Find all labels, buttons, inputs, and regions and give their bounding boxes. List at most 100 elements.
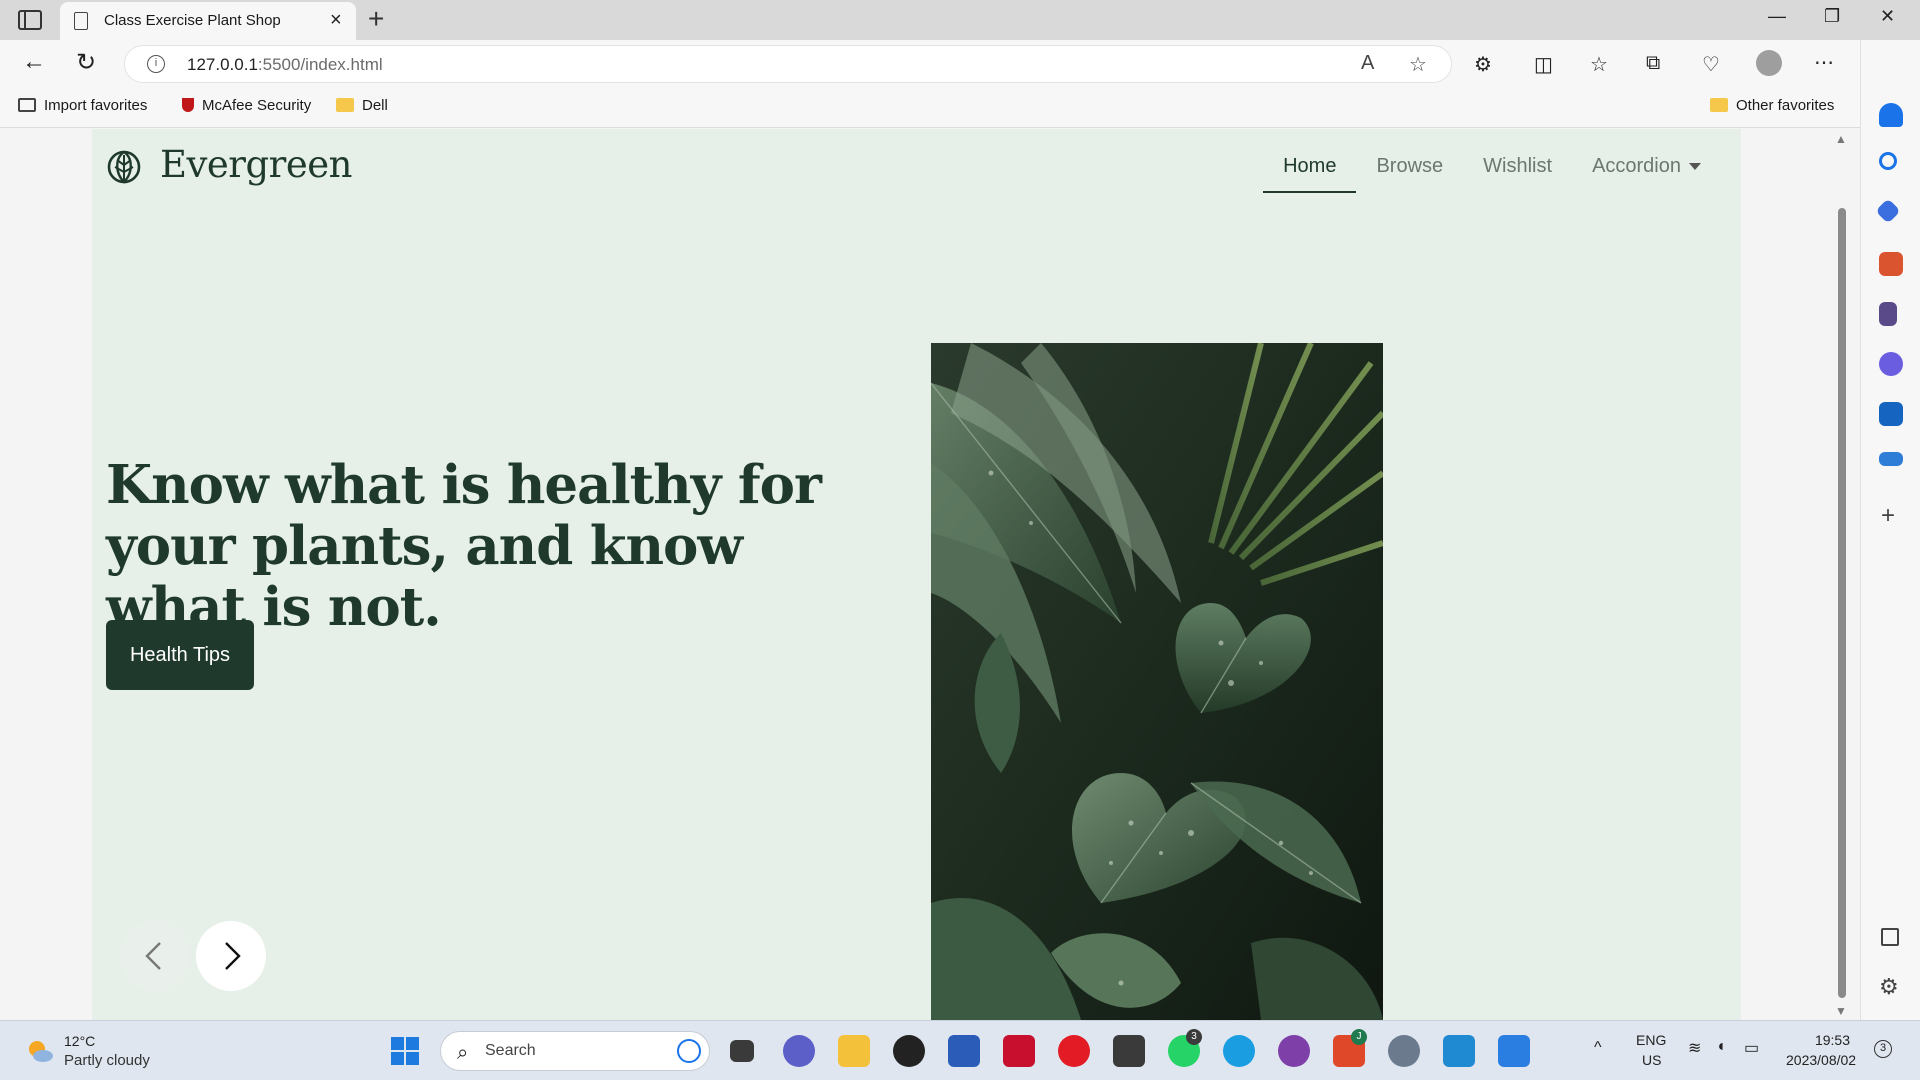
language-indicator[interactable]: ENG [1636, 1032, 1666, 1048]
edge-sidebar: + ⚙ [1860, 40, 1920, 1020]
gear-app-icon[interactable] [1388, 1035, 1420, 1067]
edge-icon[interactable] [1223, 1035, 1255, 1067]
taskbar-search[interactable]: ⌕ Search [440, 1031, 710, 1071]
nav-home[interactable]: Home [1263, 153, 1357, 193]
microsoft365-icon[interactable] [1879, 352, 1903, 376]
add-sidebar-app-icon[interactable]: + [1881, 502, 1895, 530]
clock-date[interactable]: 2023/08/02 [1786, 1052, 1856, 1068]
carousel-next-button[interactable] [196, 921, 266, 991]
search-icon: ⌕ [457, 1042, 469, 1064]
volume-icon[interactable]: ◖ [1716, 1038, 1726, 1056]
clock-time[interactable]: 19:53 [1810, 1032, 1850, 1048]
mcafee-app-icon[interactable] [1003, 1035, 1035, 1067]
scrollbar-thumb[interactable] [1838, 208, 1846, 998]
partly-cloudy-icon[interactable] [26, 1037, 54, 1065]
battery-icon[interactable]: ▭ [1744, 1038, 1759, 1058]
import-icon [18, 98, 36, 112]
search-icon[interactable] [1879, 152, 1897, 170]
mcafee-icon [182, 98, 194, 112]
close-tab-icon[interactable]: × [330, 9, 342, 32]
dell-icon[interactable] [893, 1035, 925, 1067]
weather-description[interactable]: Partly cloudy [64, 1052, 150, 1069]
notification-bell-icon[interactable] [1879, 103, 1903, 127]
weather-temperature[interactable]: 12°C [64, 1033, 95, 1049]
whatsapp-badge: 3 [1186, 1029, 1202, 1045]
carousel-prev-button[interactable] [120, 921, 190, 991]
refresh-icon[interactable]: ↻ [76, 48, 96, 77]
favorite-mcafee[interactable]: McAfee Security [178, 97, 311, 114]
leaf-logo-icon [107, 150, 141, 184]
tab-title: Class Exercise Plant Shop [104, 12, 281, 29]
app-badge-j: J [1351, 1029, 1367, 1045]
favorites-icon[interactable]: ☆ [1590, 52, 1608, 77]
photos-icon[interactable] [1498, 1035, 1530, 1067]
nav-browse[interactable]: Browse [1356, 153, 1463, 193]
browser-toolbar: ← ↻ i 127.0.0.1:5500/index.html A ☆ ⚙ ◫ … [0, 40, 1920, 88]
address-bar[interactable]: i 127.0.0.1:5500/index.html A ☆ [124, 45, 1452, 83]
nav-accordion-label: Accordion [1592, 155, 1681, 177]
favorite-dell[interactable]: Dell [336, 97, 388, 114]
site-info-icon[interactable]: i [147, 55, 165, 73]
scroll-down-icon[interactable]: ▼ [1835, 1004, 1847, 1018]
brand-name: Evergreen [160, 143, 353, 186]
collections-icon[interactable]: ⧉ [1646, 52, 1660, 75]
folder-icon [336, 98, 354, 112]
browser-essentials-icon[interactable]: ♡ [1702, 52, 1720, 77]
notebook-icon[interactable] [1113, 1035, 1145, 1067]
back-icon[interactable]: ← [22, 48, 46, 76]
outlook-icon[interactable] [1879, 402, 1903, 426]
profile-avatar[interactable] [1756, 50, 1782, 76]
tray-overflow-icon[interactable]: ^ [1594, 1039, 1602, 1057]
shopping-tag-icon[interactable] [1875, 198, 1901, 224]
search-placeholder: Search [485, 1042, 536, 1059]
minimize-icon[interactable]: — [1768, 6, 1786, 27]
page-icon [74, 12, 88, 30]
new-tab-icon[interactable]: + [368, 3, 384, 35]
caret-down-icon [1689, 163, 1701, 171]
bing-icon [677, 1039, 701, 1063]
favorite-star-icon[interactable]: ☆ [1409, 52, 1427, 77]
more-menu-icon[interactable]: ⋯ [1814, 50, 1834, 75]
favorites-bar: Import favorites McAfee Security Dell Ot… [0, 88, 1920, 128]
games-icon[interactable] [1879, 302, 1897, 326]
task-view-icon[interactable] [730, 1040, 754, 1062]
folder-icon [1710, 98, 1728, 112]
region-indicator[interactable]: US [1642, 1052, 1661, 1068]
sidebar-settings-icon[interactable]: ⚙ [1879, 974, 1899, 1000]
active-tab[interactable]: Class Exercise Plant Shop × [60, 2, 356, 40]
windows-start-icon[interactable] [390, 1036, 420, 1066]
hide-sidebar-icon[interactable] [1881, 928, 1899, 946]
microsoft-store-icon[interactable] [948, 1035, 980, 1067]
nav-wishlist[interactable]: Wishlist [1463, 153, 1572, 193]
hero-headline: Know what is healthy for your plants, an… [106, 454, 822, 638]
hero-section: Evergreen Home Browse Wishlist Accordion… [92, 129, 1741, 1020]
scroll-up-icon[interactable]: ▲ [1835, 132, 1847, 146]
nav-accordion-dropdown[interactable]: Accordion [1572, 153, 1721, 193]
main-nav: Home Browse Wishlist Accordion [1263, 153, 1721, 193]
vscode-icon[interactable] [1443, 1035, 1475, 1067]
windows-taskbar: 12°C Partly cloudy ⌕ Search 3 J ^ ENG US… [0, 1020, 1920, 1080]
extensions-icon[interactable]: ⚙ [1474, 52, 1492, 77]
tab-bar: Class Exercise Plant Shop × + — ❐ ✕ [0, 0, 1920, 40]
health-tips-button[interactable]: Health Tips [106, 620, 254, 690]
chevron-right-icon [225, 942, 241, 970]
close-window-icon[interactable]: ✕ [1880, 6, 1895, 27]
page-viewport: Evergreen Home Browse Wishlist Accordion… [0, 129, 1836, 1020]
tab-actions-icon[interactable] [18, 10, 42, 30]
teams-chat-icon[interactable] [783, 1035, 815, 1067]
tools-icon[interactable] [1879, 252, 1903, 276]
url-text[interactable]: 127.0.0.1:5500/index.html [187, 55, 383, 75]
chevron-left-icon [145, 942, 161, 970]
notification-count[interactable]: 3 [1874, 1040, 1892, 1058]
opera-icon[interactable] [1058, 1035, 1090, 1067]
drop-icon[interactable] [1879, 452, 1903, 466]
restore-icon[interactable]: ❐ [1824, 6, 1840, 27]
other-favorites[interactable]: Other favorites [1710, 97, 1834, 114]
split-screen-icon[interactable]: ◫ [1534, 52, 1553, 77]
github-desktop-icon[interactable] [1278, 1035, 1310, 1067]
plant-photo [931, 343, 1383, 1020]
favorite-import[interactable]: Import favorites [18, 97, 147, 114]
wifi-icon[interactable]: ≋ [1688, 1038, 1701, 1058]
file-explorer-icon[interactable] [838, 1035, 870, 1067]
read-aloud-icon[interactable]: A [1361, 52, 1374, 75]
